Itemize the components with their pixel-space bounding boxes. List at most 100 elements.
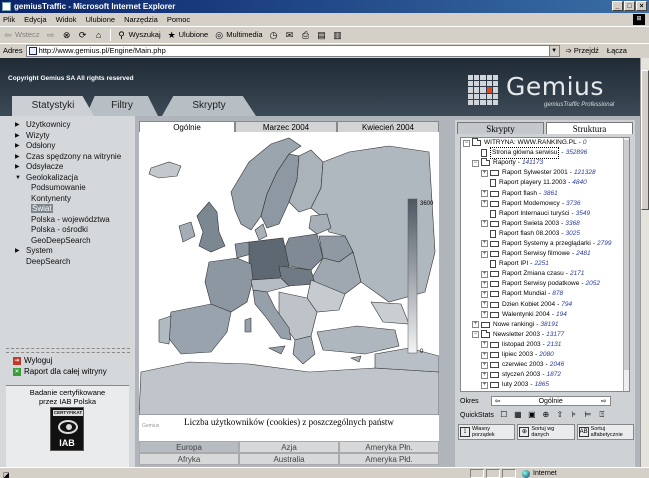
region-ameryka-pln[interactable]: Ameryka Płn. bbox=[339, 441, 439, 453]
edit-button[interactable]: ▤ bbox=[317, 30, 327, 40]
menu-favorites[interactable]: Ulubione bbox=[85, 15, 115, 24]
expand-icon[interactable]: + bbox=[481, 190, 488, 198]
region-azja[interactable]: Azja bbox=[239, 441, 339, 453]
expand-icon[interactable]: + bbox=[481, 270, 488, 278]
map-sardinia[interactable] bbox=[244, 317, 252, 333]
tree-item[interactable]: Raport IPI -2251 bbox=[461, 259, 629, 269]
prev-arrow-icon[interactable]: ⇦ bbox=[495, 397, 501, 405]
nav-item-deepsearch[interactable]: DeepSearch bbox=[0, 257, 135, 268]
tree-item[interactable]: + styczeń 2003 -1872 bbox=[461, 370, 629, 380]
expand-icon[interactable]: + bbox=[481, 371, 488, 379]
menu-edit[interactable]: Edycja bbox=[24, 15, 47, 24]
map-portugal[interactable] bbox=[158, 315, 172, 345]
map-benelux[interactable] bbox=[234, 241, 252, 259]
expand-icon[interactable]: + bbox=[481, 200, 488, 208]
page-scrollbar[interactable] bbox=[640, 58, 649, 467]
tree-item[interactable]: + Raport Serwisy podatkowe -2052 bbox=[461, 279, 629, 289]
tree-item[interactable]: + lipiec 2003 -2080 bbox=[461, 350, 629, 360]
maximize-button[interactable]: □ bbox=[624, 1, 635, 11]
tab-kwiecien-2004[interactable]: Kwiecień 2004 bbox=[337, 121, 439, 132]
expand-icon[interactable]: + bbox=[481, 311, 488, 319]
collapse-icon[interactable]: − bbox=[472, 331, 479, 339]
expand-icon[interactable]: + bbox=[481, 250, 488, 258]
tree-item[interactable]: + Raport Serwisy filmowe -2481 bbox=[461, 249, 629, 259]
map-denmark[interactable] bbox=[254, 223, 268, 241]
tree-item[interactable]: + czerwiec 2003 -2046 bbox=[461, 360, 629, 370]
map-spain[interactable] bbox=[166, 303, 232, 355]
address-input[interactable]: http://www.gemius.pl/Engine/Main.php ▼ bbox=[25, 44, 560, 57]
tree-item[interactable]: Raport playery 11.2003 -4840 bbox=[461, 178, 629, 188]
map-uk[interactable] bbox=[196, 201, 226, 253]
map-sicily[interactable] bbox=[267, 345, 286, 355]
expand-icon[interactable]: + bbox=[481, 290, 488, 298]
menu-help[interactable]: Pomoc bbox=[167, 15, 190, 24]
forward-button[interactable]: ⇨ bbox=[46, 30, 56, 40]
nav-item-system[interactable]: ▶ System bbox=[0, 246, 135, 257]
print-button[interactable]: ⎙ bbox=[301, 30, 311, 40]
sort-custom-button[interactable]: ⟟ Własny porządek bbox=[458, 424, 516, 440]
tree-item[interactable]: + Raport Modemowcy -3736 bbox=[461, 199, 629, 209]
go-button[interactable]: ➩ Przejdź bbox=[566, 46, 599, 55]
table-icon[interactable]: ▦ bbox=[514, 411, 522, 419]
expand-icon[interactable]: + bbox=[481, 220, 488, 228]
map-north-africa[interactable] bbox=[138, 361, 440, 416]
expand-icon[interactable]: + bbox=[481, 280, 488, 288]
region-ameryka-pld[interactable]: Ameryka Płd. bbox=[339, 453, 439, 465]
step-back-icon[interactable]: ⊧ bbox=[570, 411, 578, 419]
expand-icon[interactable]: + bbox=[481, 381, 488, 389]
expand-icon[interactable]: + bbox=[481, 341, 488, 349]
region-australia[interactable]: Australia bbox=[239, 453, 339, 465]
menu-view[interactable]: Widok bbox=[56, 15, 77, 24]
nav-item-polska-wojewodztwa[interactable]: Polska - województwa bbox=[0, 215, 135, 226]
region-afryka[interactable]: Afryka bbox=[139, 453, 239, 465]
tree-item[interactable]: − Newsletter 2003 -13177 bbox=[461, 329, 629, 340]
nav-item-geolokalizacja[interactable]: ▼ Geolokalizacja bbox=[0, 173, 135, 184]
multimedia-button[interactable]: ◎ Multimedia bbox=[214, 30, 262, 40]
home-button[interactable]: ⌂ bbox=[94, 30, 104, 40]
map-ireland[interactable] bbox=[178, 221, 196, 243]
expand-icon[interactable]: + bbox=[481, 361, 488, 369]
nav-item-polska-osrodki[interactable]: Polska - ośrodki bbox=[0, 225, 135, 236]
nav-item-odslony[interactable]: ▶ Odsłony bbox=[0, 141, 135, 152]
history-button[interactable]: ◷ bbox=[269, 30, 279, 40]
logout-link[interactable]: ➔ Wyloguj bbox=[13, 356, 52, 365]
back-button[interactable]: ⇦ Wstecz bbox=[3, 30, 39, 40]
collapse-icon[interactable]: − bbox=[472, 159, 479, 167]
tree-item[interactable]: + Raport Systemy a przeglądarki -2799 bbox=[461, 239, 629, 249]
expand-icon[interactable]: + bbox=[481, 351, 488, 359]
map-france[interactable] bbox=[204, 257, 254, 313]
tab-skrypty[interactable]: Skrypty bbox=[162, 96, 256, 116]
expand-icon[interactable]: + bbox=[481, 169, 488, 177]
tree-item[interactable]: + Raport Swieta 2003 -3368 bbox=[461, 219, 629, 229]
map-baltics[interactable] bbox=[308, 213, 332, 235]
nav-item-podsumowanie[interactable]: Podsumowanie bbox=[0, 183, 135, 194]
map-middle-east[interactable] bbox=[374, 347, 440, 373]
tree-item[interactable]: Raport flash 08.2003 -3025 bbox=[461, 229, 629, 239]
iab-badge-icon[interactable]: CERTYFIKAT IAB bbox=[50, 407, 84, 451]
sort-data-button[interactable]: ⊕ Sortuj wg danych bbox=[517, 424, 575, 440]
step-forward-icon[interactable]: ⊨ bbox=[584, 411, 592, 419]
list-icon[interactable]: ☐ bbox=[500, 411, 508, 419]
export-icon[interactable]: ⍐ bbox=[598, 411, 606, 419]
nav-item-geodeepsearch[interactable]: GeoDeepSearch bbox=[0, 236, 135, 247]
refresh-button[interactable]: ⟳ bbox=[78, 30, 88, 40]
tab-ogolnie[interactable]: Ogólnie bbox=[139, 121, 235, 132]
expand-icon[interactable]: + bbox=[481, 301, 488, 309]
search-button[interactable]: ⚲ Wyszukaj bbox=[117, 30, 160, 40]
discuss-button[interactable]: ▥ bbox=[333, 30, 343, 40]
expand-icon[interactable]: + bbox=[481, 240, 488, 248]
expand-icon[interactable]: + bbox=[472, 321, 479, 329]
close-button[interactable]: × bbox=[636, 1, 647, 11]
mail-button[interactable]: ✉ bbox=[285, 30, 295, 40]
links-button[interactable]: Łącza bbox=[607, 46, 627, 55]
arrow-up-icon[interactable]: ⇧ bbox=[556, 411, 564, 419]
nav-item-uzytkownicy[interactable]: ▶ Użytkownicy bbox=[0, 120, 135, 131]
nav-item-czas[interactable]: ▶ Czas spędzony na witrynie bbox=[0, 152, 135, 163]
map-greece[interactable] bbox=[292, 335, 316, 365]
tree-item[interactable]: +kwiecień 2003 -1710 bbox=[461, 390, 629, 391]
zoom-icon[interactable]: ⊕ bbox=[542, 411, 550, 419]
sort-alpha-button[interactable]: AB Sortuj alfabetycznie bbox=[576, 424, 634, 440]
next-arrow-icon[interactable]: ⇨ bbox=[601, 397, 607, 405]
map-cyprus[interactable] bbox=[350, 355, 362, 363]
tree-item[interactable]: + Dzien Kobiet 2004 -794 bbox=[461, 300, 629, 310]
